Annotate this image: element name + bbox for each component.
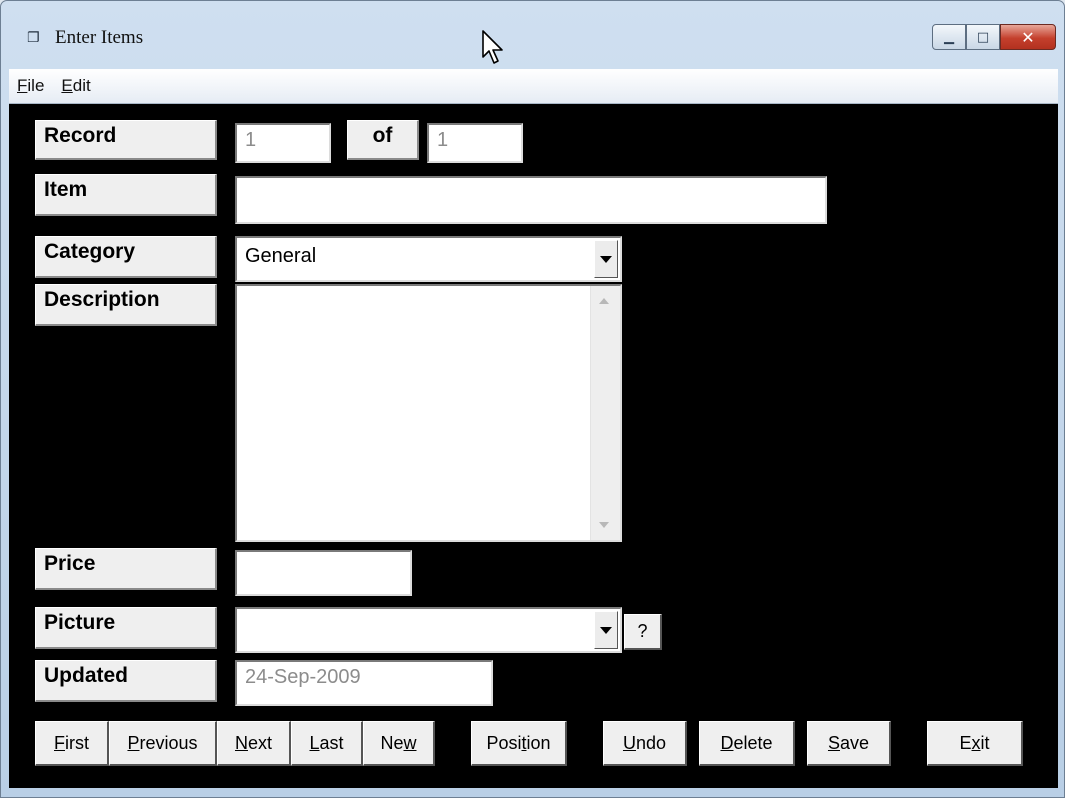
item-entry-form: Record 1 of 1 Item Category General Desc… [9, 104, 1058, 788]
window-controls: ▁ □ ✕ [932, 24, 1056, 50]
description-textarea[interactable] [235, 284, 622, 542]
delete-button[interactable]: Delete [699, 721, 795, 766]
category-value: General [245, 245, 317, 267]
mouse-cursor-icon [482, 30, 503, 64]
record-total-field: 1 [427, 123, 523, 163]
category-dropdown-button[interactable] [594, 240, 618, 278]
exit-button[interactable]: Ex it [927, 721, 1023, 766]
menu-bar: File Edit [9, 69, 1058, 104]
form-window-icon: ❐ [27, 30, 40, 46]
maximize-button[interactable]: □ [966, 24, 1000, 50]
minimize-icon: ▁ [944, 29, 954, 45]
record-label: Record [35, 120, 217, 160]
category-select[interactable]: General [235, 236, 622, 282]
close-icon: ✕ [1021, 27, 1035, 47]
first-button[interactable]: First [35, 721, 109, 766]
minimize-button[interactable]: ▁ [932, 24, 966, 50]
category-label: Category [35, 236, 217, 278]
of-label: of [347, 120, 419, 160]
window-title: Enter Items [55, 27, 144, 48]
picture-dropdown-button[interactable] [594, 611, 618, 649]
description-scrollbar[interactable] [590, 286, 620, 540]
chevron-down-icon [600, 255, 612, 263]
previous-button[interactable]: Previous [109, 721, 217, 766]
save-button[interactable]: Save [807, 721, 891, 766]
position-button[interactable]: Posi t ion [471, 721, 567, 766]
updated-field: 24-Sep-2009 [235, 660, 493, 706]
menu-edit[interactable]: Edit [53, 76, 99, 96]
updated-label: Updated [35, 660, 217, 702]
price-field[interactable] [235, 550, 412, 596]
scroll-down-icon[interactable] [599, 522, 609, 528]
enter-items-window: ❐ Enter Items ▁ □ ✕ File Edit Record 1 o… [0, 0, 1065, 798]
description-label: Description [35, 284, 217, 326]
item-label: Item [35, 174, 217, 216]
price-label: Price [35, 548, 217, 590]
last-button[interactable]: Last [291, 721, 363, 766]
picture-help-button[interactable]: ? [624, 614, 662, 650]
new-button[interactable]: Ne w [363, 721, 435, 766]
maximize-icon: □ [976, 29, 990, 45]
picture-label: Picture [35, 607, 217, 649]
scroll-up-icon[interactable] [599, 298, 609, 304]
next-button[interactable]: Next [217, 721, 291, 766]
close-button[interactable]: ✕ [1000, 24, 1056, 50]
title-bar[interactable]: ❐ Enter Items ▁ □ ✕ [1, 1, 1064, 63]
menu-file[interactable]: File [9, 76, 53, 96]
record-number-field: 1 [235, 123, 331, 163]
item-field[interactable] [235, 176, 827, 224]
chevron-down-icon [600, 626, 612, 634]
undo-button[interactable]: Undo [603, 721, 687, 766]
picture-select[interactable] [235, 607, 622, 653]
